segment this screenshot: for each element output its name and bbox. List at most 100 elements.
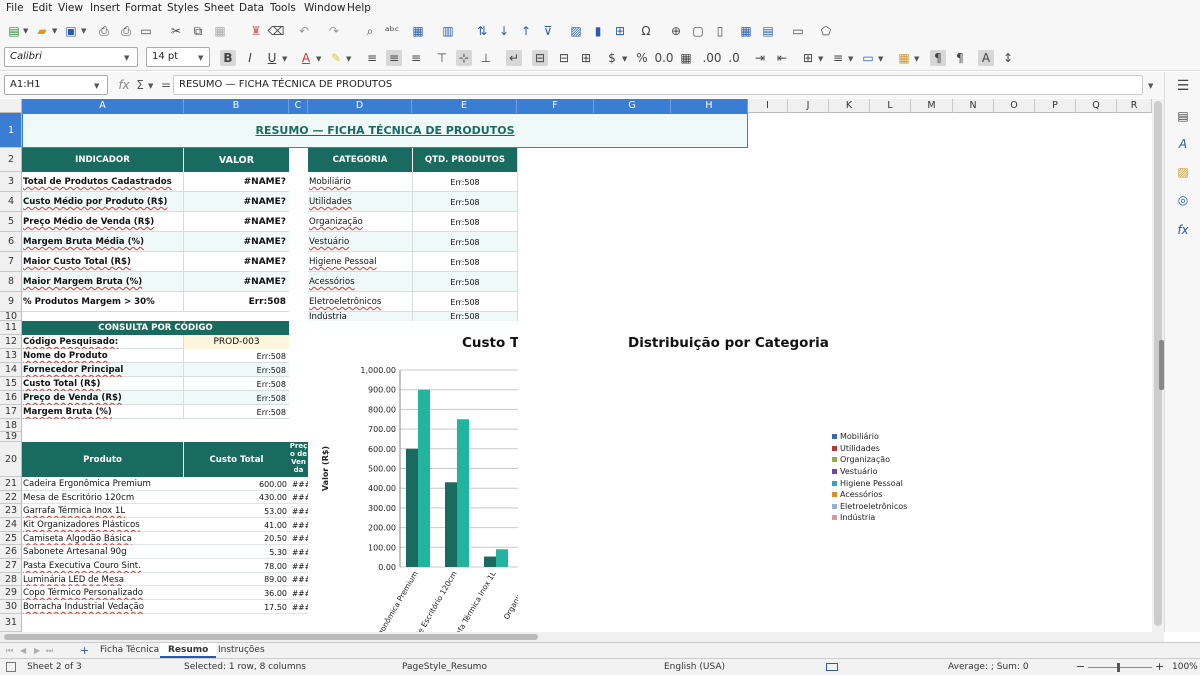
language[interactable]: English (USA) [664,662,725,672]
align-right-icon[interactable]: ≡ [408,50,424,66]
kpi-value[interactable]: #NAME? [184,232,288,252]
wrap-text-icon[interactable]: ↵ [506,50,522,66]
row-header[interactable]: 17 [0,405,21,419]
row-header[interactable]: 20 [0,442,21,477]
chevron-down-icon[interactable]: ▼ [316,55,321,63]
number-format-icon[interactable]: 0.0 [654,50,673,66]
kpi-value[interactable]: #NAME? [184,272,288,292]
row-header[interactable]: 23 [0,504,21,518]
styles-icon[interactable]: A [1175,136,1191,152]
category-qty[interactable]: Err:508 [413,192,517,212]
chevron-down-icon[interactable]: ▼ [148,82,153,90]
delete-decimal-icon[interactable]: .0 [726,50,742,66]
chevron-down-icon[interactable]: ▼ [198,54,203,62]
special-character-icon[interactable]: Ω [638,23,654,39]
lookup-field-label[interactable]: Custo Total (R$) [22,377,182,391]
menu-styles[interactable]: Styles [167,2,199,14]
print-icon[interactable]: ⎙ [118,23,134,39]
align-top-icon[interactable]: ⊤ [434,50,450,66]
cut-icon[interactable]: ✂ [168,23,184,39]
lookup-code-input[interactable]: PROD-003 [184,335,289,349]
lookup-code-label[interactable]: Código Pesquisado: [22,335,182,349]
column-header-l[interactable]: L [870,99,911,113]
underline-icon[interactable]: U [264,50,280,66]
category-qty[interactable]: Err:508 [413,212,517,232]
chevron-down-icon[interactable]: ▼ [282,55,287,63]
increase-indent-icon[interactable]: ⇥ [752,50,768,66]
product-name[interactable]: Luminária LED de Mesa [22,573,182,586]
page-style[interactable]: PageStyle_Resumo [402,662,487,672]
insert-image-icon[interactable]: ▨ [568,23,584,39]
add-decimal-icon[interactable]: .00 [702,50,721,66]
highlight-color-icon[interactable]: ✎ [328,50,344,66]
border-color-icon[interactable]: ▭ [860,50,876,66]
kpi-label[interactable]: Maior Custo Total (R$) [22,252,182,272]
zoom-out-icon[interactable]: − [1076,660,1085,673]
qty-header[interactable]: QTD. PRODUTOS [413,148,517,172]
export-pdf-icon[interactable]: ⎙ [96,23,112,39]
chevron-down-icon[interactable]: ▼ [124,54,129,62]
product-cost[interactable]: 600.00 [184,477,289,491]
kpi-label[interactable]: Custo Médio por Produto (R$) [22,192,182,212]
column-header-e[interactable]: E [412,99,517,113]
column-header-g[interactable]: G [594,99,671,113]
lookup-field-label[interactable]: Margem Bruta (%) [22,405,182,419]
lookup-field-value[interactable]: Err:508 [184,363,288,377]
product-name[interactable]: Copo Térmico Personalizado [22,586,182,600]
border-style-icon[interactable]: ≡ [830,50,846,66]
row-header[interactable]: 29 [0,586,21,600]
row-header[interactable]: 19 [0,431,21,442]
left-to-right-icon[interactable]: ¶ [930,50,946,66]
product-cost[interactable]: 78.00 [184,559,289,573]
kpi-value[interactable]: #NAME? [184,172,288,192]
undo-icon[interactable]: ↶ [296,23,312,39]
category-name[interactable]: Eletroeletrônicos [308,292,411,312]
autofilter-icon[interactable]: ⊽ [540,23,556,39]
kpi-value[interactable]: #NAME? [184,252,288,272]
row-header[interactable]: 22 [0,491,21,504]
lookup-field-label[interactable]: Fornecedor Principal [22,363,182,377]
properties-icon[interactable]: ▤ [1175,108,1191,124]
chevron-down-icon[interactable]: ▼ [346,55,351,63]
row-header[interactable]: 10 [0,311,21,322]
chevron-down-icon[interactable]: ▼ [52,27,57,35]
menu-data[interactable]: Data [239,2,264,14]
split-window-icon[interactable]: ▭ [790,23,806,39]
product-cost[interactable]: 36.00 [184,586,289,600]
menu-tools[interactable]: Tools [270,2,296,14]
tab-resumo[interactable]: Resumo [160,643,217,658]
category-qty[interactable]: Err:508 [413,312,517,321]
row-header[interactable]: 21 [0,477,21,491]
category-name[interactable]: Indústria [308,312,411,321]
row-header[interactable]: 26 [0,545,21,559]
zoom-level[interactable]: 100% [1172,662,1198,672]
category-name[interactable]: Organização [308,212,411,232]
sum-icon[interactable]: Σ [132,77,148,93]
borders-icon[interactable]: ⊞ [800,50,816,66]
selection-mode-icon[interactable] [826,663,838,671]
product-name[interactable]: Kit Organizadores Plásticos [22,518,182,532]
column-header-k[interactable]: K [829,99,870,113]
product-price[interactable]: ### [292,600,308,614]
chevron-down-icon[interactable]: ▼ [622,55,627,63]
tab-nav-last-icon[interactable]: ⏭ [46,646,53,656]
products-header-product[interactable]: Produto [22,442,183,477]
scroll-thumb[interactable] [4,634,538,640]
products-header-cost[interactable]: Custo Total [184,442,289,477]
column-header-h[interactable]: H [671,99,748,113]
chevron-down-icon[interactable]: ▼ [23,27,28,35]
formula-input[interactable]: RESUMO — FICHA TÉCNICA DE PRODUTOS [173,75,1143,95]
product-price[interactable]: ### [292,477,308,491]
lookup-field-label[interactable]: Nome do Produto [22,349,182,363]
clone-formatting-icon[interactable]: ♜ [248,23,264,39]
kpi-value[interactable]: Err:508 [184,292,288,312]
kpi-label[interactable]: % Produtos Margem > 30% [22,292,182,312]
kpi-header-value[interactable]: VALOR [184,148,289,172]
sort-icon[interactable]: ⇅ [474,23,490,39]
product-price[interactable]: ### [292,532,308,545]
menu-view[interactable]: View [58,2,83,14]
kpi-value[interactable]: #NAME? [184,212,288,232]
font-name-box[interactable]: Calibri [4,47,138,67]
conditional-format-icon[interactable]: ▦ [896,50,912,66]
column-header-d[interactable]: D [308,99,412,113]
